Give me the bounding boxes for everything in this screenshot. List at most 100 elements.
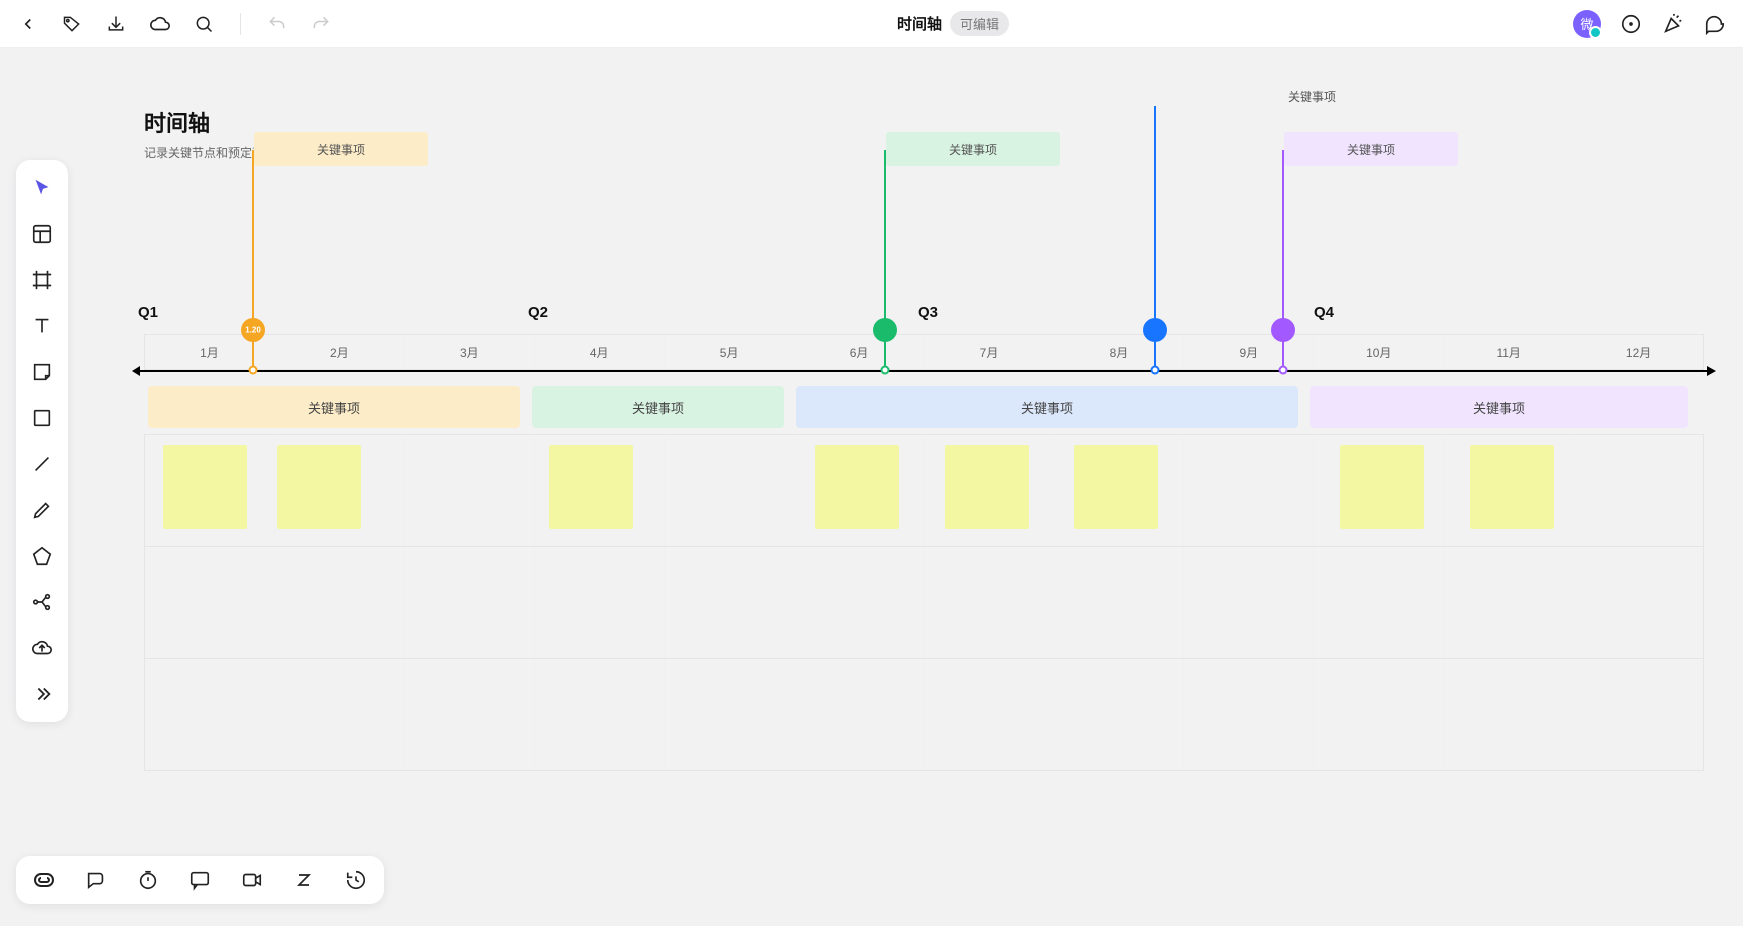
tag-icon[interactable] [60,12,84,36]
month-row: 1月 2月 3月 4月 5月 6月 7月 8月 9月 10月 11月 12月 [144,334,1704,370]
notes-cell[interactable] [665,435,795,546]
sticky-note[interactable] [815,445,899,529]
sticky-note[interactable] [1340,445,1424,529]
marker-dot[interactable] [873,318,897,342]
month-cell: 12月 [1574,335,1703,369]
marker-dot[interactable] [1143,318,1167,342]
notes-grid [144,434,1704,771]
notes-cell[interactable] [1184,547,1314,658]
notes-cell[interactable] [1054,659,1184,770]
present-icon[interactable] [1619,12,1643,36]
quarter-q1: Q1 [138,304,158,321]
axis-arrow [134,370,1714,372]
notes-cell[interactable] [795,659,925,770]
notes-cell[interactable] [1314,659,1444,770]
notes-cell[interactable] [535,435,665,546]
cloud-icon[interactable] [148,12,172,36]
quarter-q4: Q4 [1314,304,1334,321]
notes-cell[interactable] [795,547,925,658]
notes-cell[interactable] [1054,435,1184,546]
canvas[interactable]: 时间轴 记录关键节点和预定事件的时间顺序 Q1 Q2 Q3 Q4 1月 2月 3… [0,48,1743,926]
month-cell: 3月 [405,335,535,369]
marker-blue-label[interactable]: 关键事项 [1288,88,1336,105]
marker-flag[interactable]: 关键事项 [886,132,1060,166]
notes-cell[interactable] [1184,435,1314,546]
month-cell: 6月 [795,335,925,369]
notes-cell[interactable] [405,547,535,658]
notes-cell[interactable] [1054,547,1184,658]
download-icon[interactable] [104,12,128,36]
divider [240,13,241,35]
sticky-note[interactable] [549,445,633,529]
marker-handle[interactable] [249,366,258,375]
notes-cell[interactable] [275,547,405,658]
notes-row [145,658,1703,770]
notes-row [145,546,1703,658]
sticky-note[interactable] [1470,445,1554,529]
avatar[interactable]: 微 [1573,10,1601,38]
notes-cell[interactable] [925,659,1055,770]
notes-cell[interactable] [405,435,535,546]
notes-cell[interactable] [665,659,795,770]
notes-cell[interactable] [1574,547,1703,658]
event-banner[interactable]: 关键事项 [148,386,520,428]
marker-flag[interactable]: 关键事项 [1284,132,1458,166]
quarter-labels: Q1 Q2 Q3 Q4 [144,294,1704,334]
event-banner-row: 关键事项 关键事项 关键事项 关键事项 [144,386,1704,428]
sticky-note[interactable] [163,445,247,529]
marker-handle[interactable] [1279,366,1288,375]
month-cell: 7月 [925,335,1055,369]
notes-cell[interactable] [535,659,665,770]
sticky-note[interactable] [945,445,1029,529]
redo-icon[interactable] [309,12,333,36]
notes-cell[interactable] [535,547,665,658]
marker-dot-label: 1.20 [245,326,261,335]
timeline[interactable]: Q1 Q2 Q3 Q4 1月 2月 3月 4月 5月 6月 7月 8月 9月 1… [144,294,1704,370]
month-cell: 2月 [275,335,405,369]
topbar-left [16,12,333,36]
sticky-note[interactable] [1074,445,1158,529]
month-cell: 8月 [1054,335,1184,369]
notes-cell[interactable] [1444,659,1574,770]
notes-cell[interactable] [145,547,275,658]
notes-cell[interactable] [1444,435,1574,546]
notes-cell[interactable] [1444,547,1574,658]
notes-cell[interactable] [405,659,535,770]
month-cell: 11月 [1444,335,1574,369]
topbar-center: 时间轴 可编辑 [333,11,1573,36]
topbar-right: 微 [1573,10,1727,38]
event-banner[interactable]: 关键事项 [532,386,784,428]
event-banner[interactable]: 关键事项 [1310,386,1688,428]
marker-dot[interactable] [1271,318,1295,342]
marker-flag[interactable]: 关键事项 [254,132,428,166]
doc-title[interactable]: 时间轴 [897,13,942,34]
notes-cell[interactable] [1314,547,1444,658]
notes-cell[interactable] [925,435,1055,546]
permission-badge[interactable]: 可编辑 [950,11,1009,36]
notes-cell[interactable] [1574,659,1703,770]
notes-cell[interactable] [795,435,925,546]
marker-handle[interactable] [1151,366,1160,375]
search-icon[interactable] [192,12,216,36]
notes-cell[interactable] [925,547,1055,658]
notes-cell[interactable] [1184,659,1314,770]
confetti-icon[interactable] [1661,12,1685,36]
quarter-q3: Q3 [918,304,938,321]
comment-icon[interactable] [1703,12,1727,36]
undo-icon[interactable] [265,12,289,36]
month-cell: 4月 [535,335,665,369]
marker-handle[interactable] [881,366,890,375]
notes-cell[interactable] [275,435,405,546]
notes-cell[interactable] [1574,435,1703,546]
notes-cell[interactable] [1314,435,1444,546]
top-toolbar: 时间轴 可编辑 微 [0,0,1743,48]
notes-cell[interactable] [275,659,405,770]
notes-cell[interactable] [665,547,795,658]
month-cell: 10月 [1314,335,1444,369]
notes-cell[interactable] [145,435,275,546]
notes-row [145,434,1703,546]
back-icon[interactable] [16,12,40,36]
sticky-note[interactable] [277,445,361,529]
notes-cell[interactable] [145,659,275,770]
event-banner[interactable]: 关键事项 [796,386,1298,428]
